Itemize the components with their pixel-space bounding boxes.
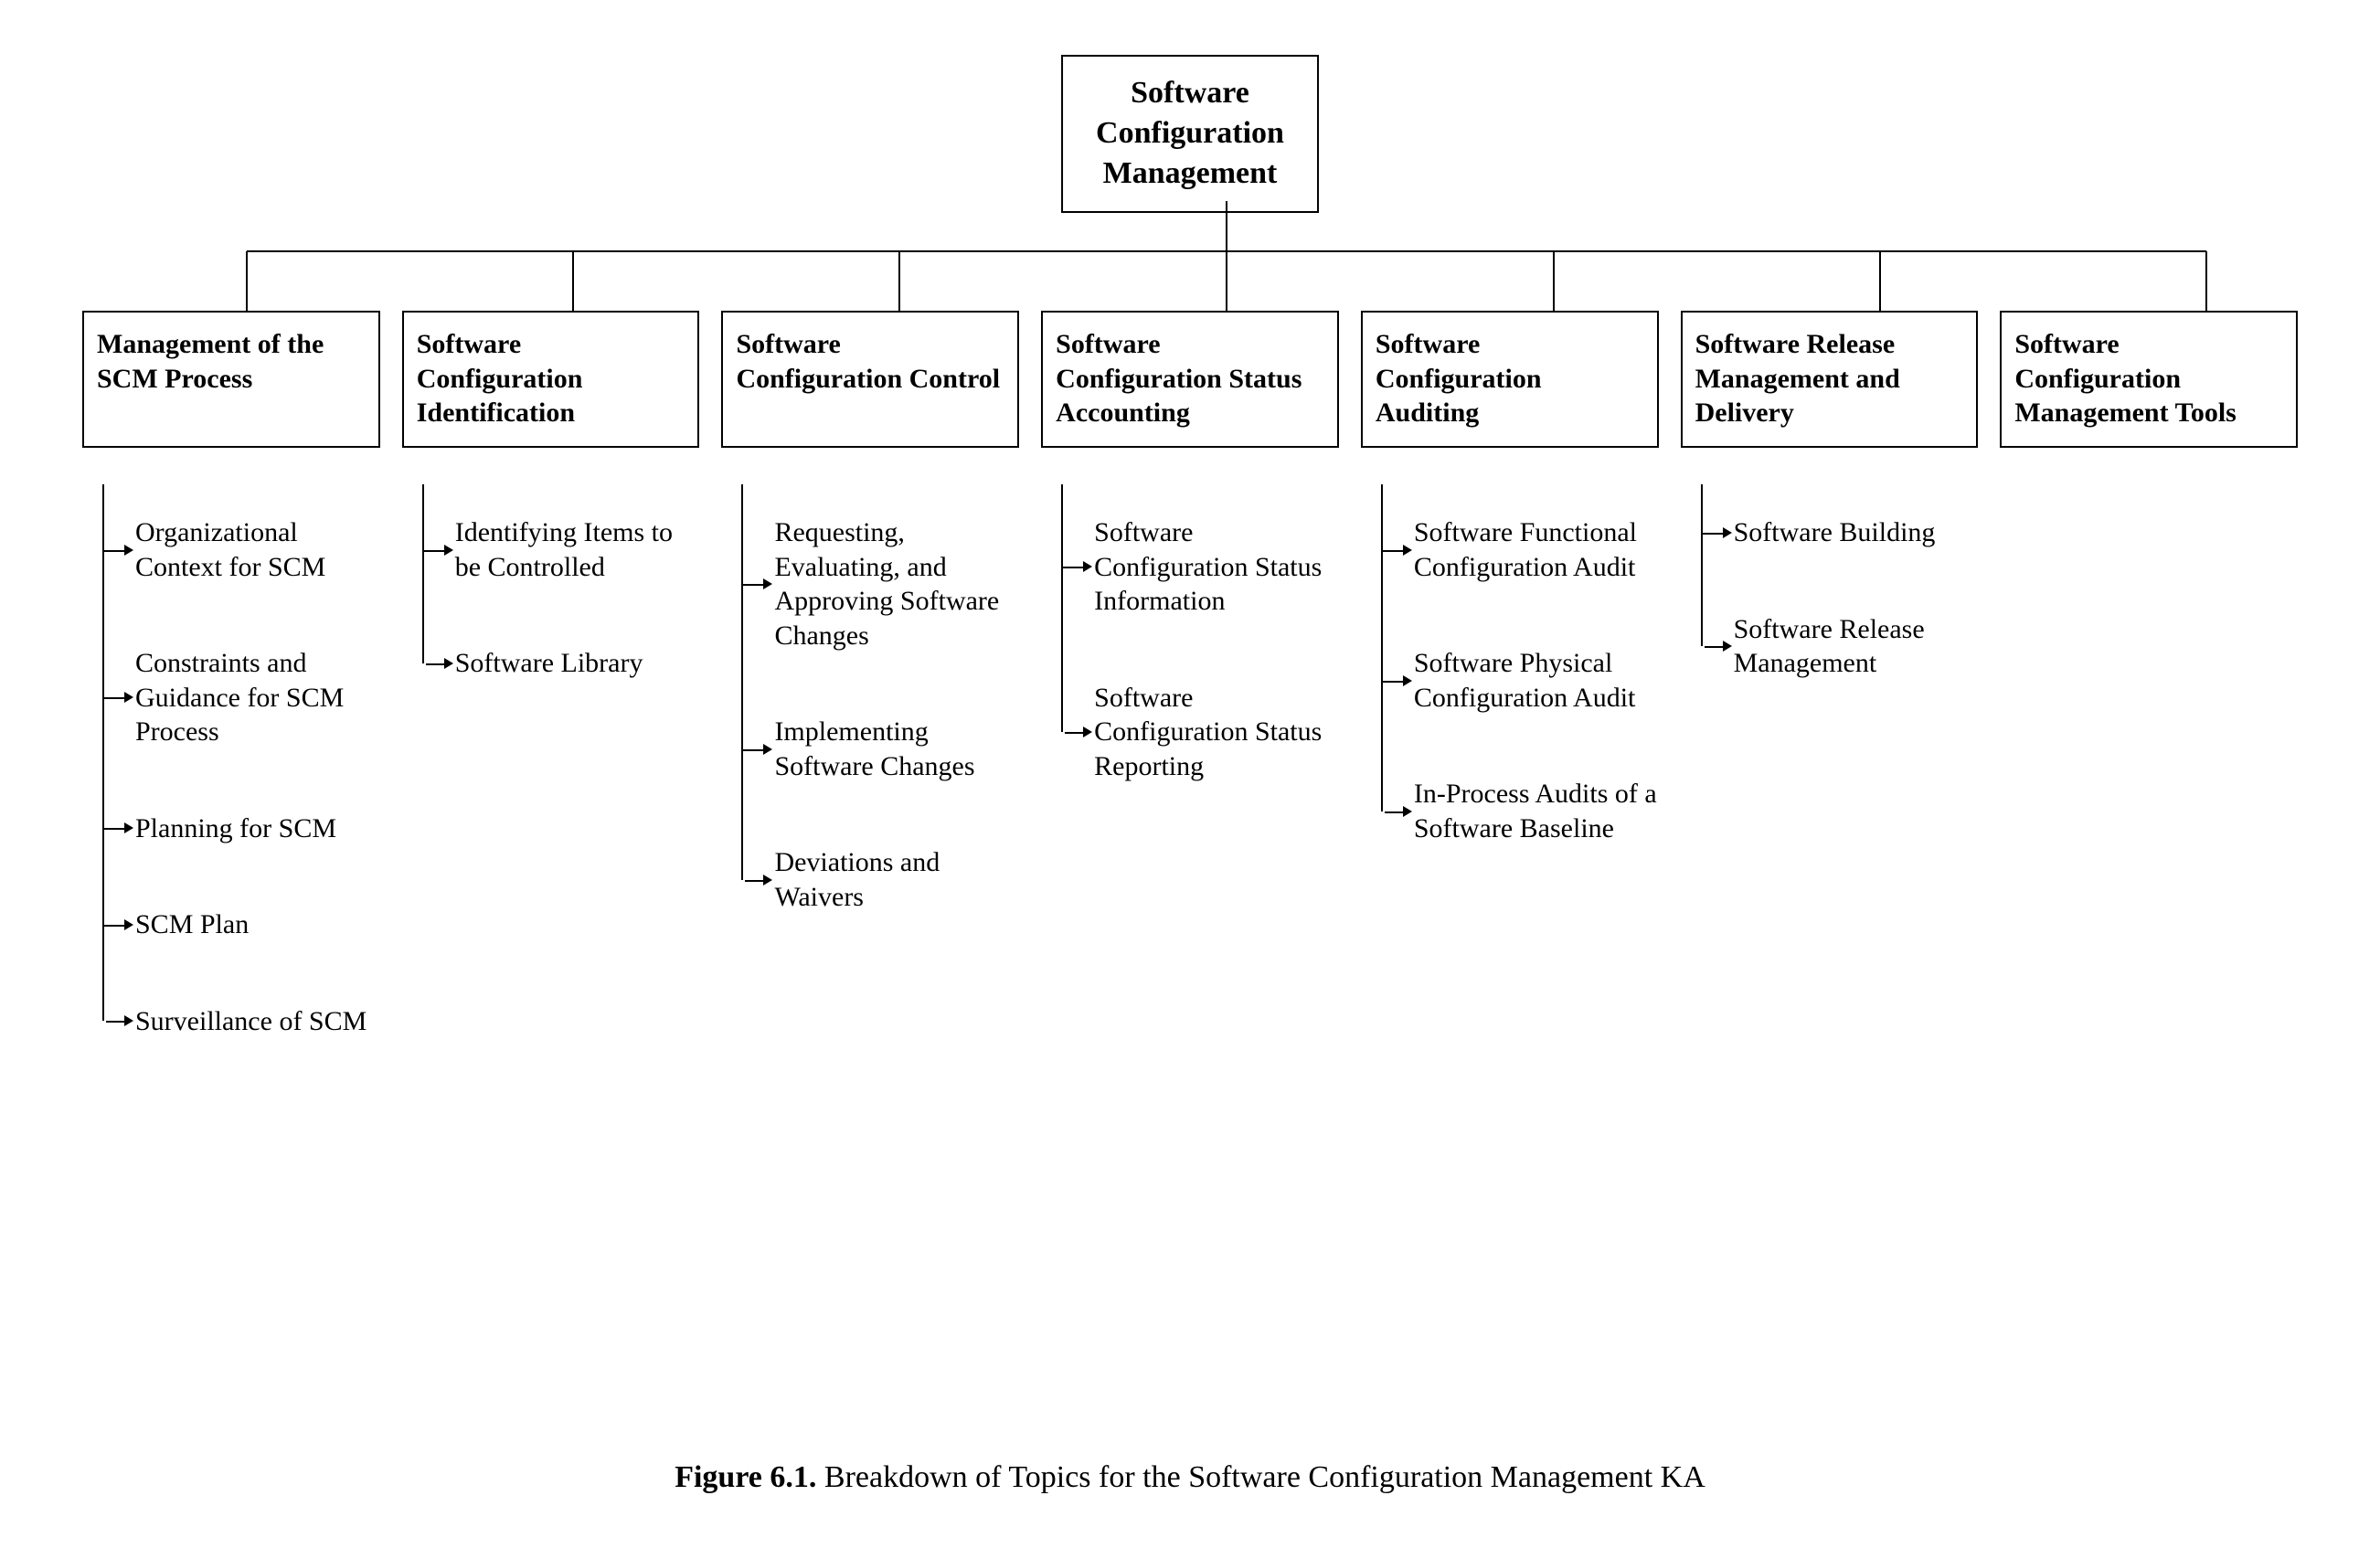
subtopic-item: Software Configuration Status Informatio… xyxy=(1063,484,1339,650)
branch-label: Software Configuration Control xyxy=(736,327,1004,396)
branch-box: Management of the SCM Process xyxy=(82,311,380,448)
branch-box: Software Configuration Status Accounting xyxy=(1041,311,1339,448)
branch-label: Management of the SCM Process xyxy=(97,327,366,396)
subtopic-item: Surveillance of SCM xyxy=(104,973,380,1070)
branch-box: Software Release Management and Delivery xyxy=(1681,311,1979,448)
subtopic-item: Planning for SCM xyxy=(104,780,380,877)
caption-label: Figure 6.1. xyxy=(675,1460,816,1494)
subtopic-item: Requesting, Evaluating, and Approving So… xyxy=(743,484,1019,684)
subtopic-item: Organizational Context for SCM xyxy=(104,484,380,615)
subtopic-item: In-Process Audits of a Software Baseline xyxy=(1383,746,1659,876)
subtopic-text: Software Configuration Status Reporting xyxy=(1094,683,1322,781)
subtopic-text: Requesting, Evaluating, and Approving So… xyxy=(774,517,999,651)
subtopic-list: Software Functional Configuration Audit … xyxy=(1381,484,1659,876)
subtopic-text: Software Configuration Status Informatio… xyxy=(1094,517,1322,616)
subtopic-list: Software Building Software Release Manag… xyxy=(1701,484,1979,712)
subtopic-text: Surveillance of SCM xyxy=(135,1006,367,1036)
branches-row: Management of the SCM Process Organizati… xyxy=(37,311,2343,1069)
subtopic-item: Implementing Software Changes xyxy=(743,684,1019,814)
branch-label: Software Configuration Status Accounting xyxy=(1056,327,1324,430)
subtopic-text: Planning for SCM xyxy=(135,813,336,843)
branch-box: Software Configuration Management Tools xyxy=(2000,311,2298,448)
branch-box: Software Configuration Identification xyxy=(402,311,700,448)
subtopic-text: In-Process Audits of a Software Baseline xyxy=(1414,779,1657,843)
subtopic-text: Software Library xyxy=(455,648,643,678)
subtopic-text: SCM Plan xyxy=(135,909,249,939)
branch-configuration-auditing: Software Configuration Auditing Software… xyxy=(1361,311,1659,1069)
subtopic-list: Identifying Items to be Controlled Softw… xyxy=(422,484,700,712)
branch-box: Software Configuration Auditing xyxy=(1361,311,1659,448)
subtopic-list: Software Configuration Status Informatio… xyxy=(1061,484,1339,814)
subtopic-item: Software Building xyxy=(1703,484,1979,581)
subtopic-text: Deviations and Waivers xyxy=(774,847,940,912)
subtopic-item: Software Library xyxy=(424,615,700,712)
subtopic-text: Software Building xyxy=(1734,517,1936,547)
branch-management-scm-process: Management of the SCM Process Organizati… xyxy=(82,311,380,1069)
branch-label: Software Configuration Management Tools xyxy=(2014,327,2283,430)
figure-caption: Figure 6.1. Breakdown of Topics for the … xyxy=(37,1460,2343,1495)
branch-release-management: Software Release Management and Delivery… xyxy=(1681,311,1979,1069)
branch-label: Software Configuration Identification xyxy=(417,327,685,430)
subtopic-item: Identifying Items to be Controlled xyxy=(424,484,700,615)
subtopic-text: Organizational Context for SCM xyxy=(135,517,325,582)
subtopic-text: Software Physical Configuration Audit xyxy=(1414,648,1636,713)
subtopic-item: Software Release Management xyxy=(1703,581,1979,712)
branch-label: Software Release Management and Delivery xyxy=(1695,327,1964,430)
subtopic-text: Identifying Items to be Controlled xyxy=(455,517,673,582)
subtopic-item: Software Configuration Status Reporting xyxy=(1063,650,1339,815)
subtopic-item: Deviations and Waivers xyxy=(743,814,1019,945)
subtopic-item: Software Physical Configuration Audit xyxy=(1383,615,1659,746)
subtopic-list: Organizational Context for SCM Constrain… xyxy=(102,484,380,1069)
subtopic-item: SCM Plan xyxy=(104,876,380,973)
branch-management-tools: Software Configuration Management Tools xyxy=(2000,311,2298,1069)
subtopic-text: Constraints and Guidance for SCM Process xyxy=(135,648,344,747)
branch-configuration-control: Software Configuration Control Requestin… xyxy=(721,311,1019,1069)
diagram-container: SoftwareConfigurationManagement Manageme… xyxy=(37,37,2343,1522)
subtopic-list: Requesting, Evaluating, and Approving So… xyxy=(741,484,1019,945)
root-node-text: SoftwareConfigurationManagement xyxy=(1096,76,1284,190)
subtopic-item: Software Functional Configuration Audit xyxy=(1383,484,1659,615)
root-node: SoftwareConfigurationManagement xyxy=(1061,55,1319,213)
subtopic-text: Software Release Management xyxy=(1734,614,1925,679)
branch-configuration-identification: Software Configuration Identification Id… xyxy=(402,311,700,1069)
subtopic-text: Implementing Software Changes xyxy=(774,716,974,781)
subtopic-item: Constraints and Guidance for SCM Process xyxy=(104,615,380,780)
subtopic-text: Software Functional Configuration Audit xyxy=(1414,517,1637,582)
branch-box: Software Configuration Control xyxy=(721,311,1019,448)
caption-text: Breakdown of Topics for the Software Con… xyxy=(816,1460,1705,1494)
branch-label: Software Configuration Auditing xyxy=(1376,327,1644,430)
branch-status-accounting: Software Configuration Status Accounting… xyxy=(1041,311,1339,1069)
